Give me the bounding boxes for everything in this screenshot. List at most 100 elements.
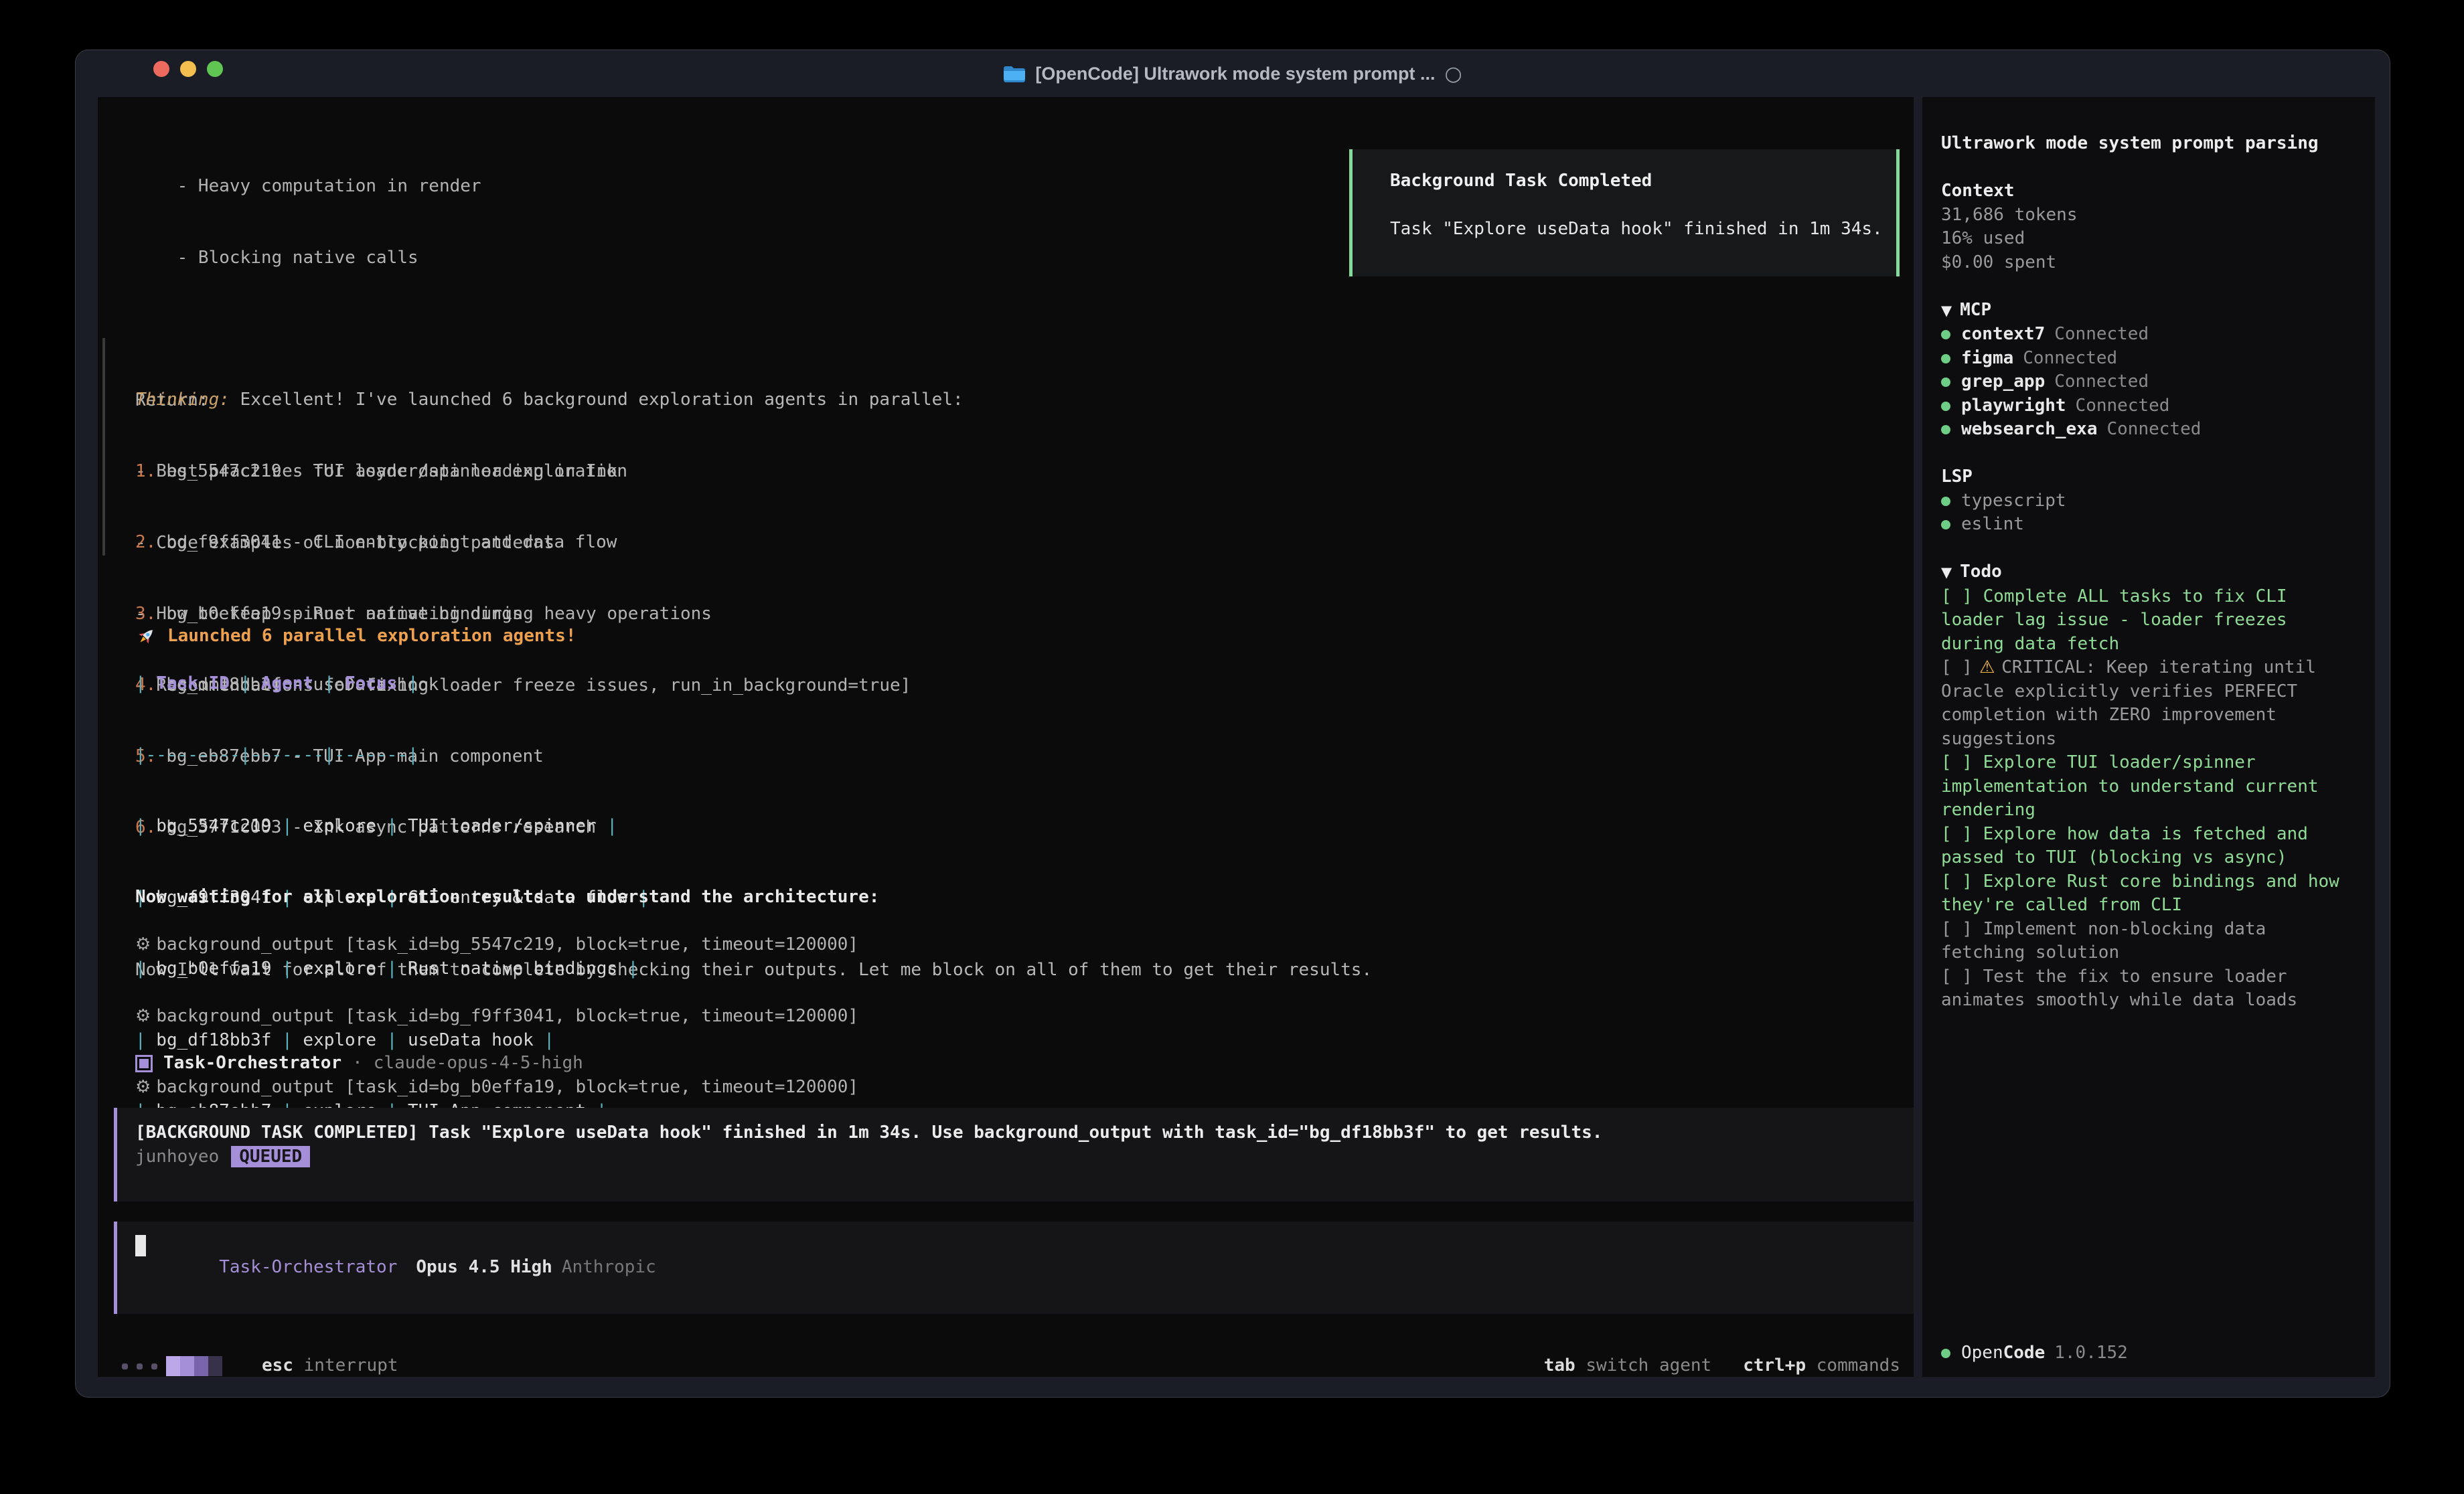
esc-hint: esc interrupt bbox=[262, 1354, 398, 1378]
list-number: 2. bbox=[135, 532, 156, 552]
window-title: [OpenCode] Ultrawork mode system prompt … bbox=[76, 50, 2390, 97]
table-pipe: | bbox=[282, 816, 293, 836]
todo-item: [ ] Implement non-blocking data fetching… bbox=[1941, 918, 2341, 965]
table-pipe: | bbox=[607, 816, 617, 836]
status-dot-icon bbox=[1941, 402, 1950, 411]
gear-icon: ⚙ bbox=[135, 1077, 151, 1097]
working-spinner bbox=[122, 1354, 222, 1378]
mcp-item: grep_appConnected bbox=[1941, 370, 2341, 394]
tab-label: switch agent bbox=[1586, 1355, 1711, 1376]
input-agent-name[interactable]: Task-Orchestrator bbox=[219, 1257, 397, 1277]
background-task-message: [BACKGROUND TASK COMPLETED] Task "Explor… bbox=[114, 1108, 1914, 1201]
table-pipe: | bbox=[135, 673, 146, 693]
tool-call-text: background_output [task_id=bg_f9ff3041, … bbox=[156, 1006, 858, 1026]
terminal-line bbox=[135, 317, 911, 341]
tool-call-text: background_output [task_id=bg_5547c219, … bbox=[156, 934, 858, 954]
mcp-header[interactable]: ▼MCP bbox=[1941, 299, 2341, 323]
thinking-label: Thinking: bbox=[135, 390, 230, 410]
username: junhoyeo bbox=[135, 1147, 219, 1167]
table-header-cell: Task ID bbox=[146, 673, 240, 693]
mcp-item: websearch_exaConnected bbox=[1941, 418, 2341, 442]
terminal-window: [OpenCode] Ultrawork mode system prompt … bbox=[75, 50, 2390, 1398]
todo-item: [ ] Complete ALL tasks to fix CLI loader… bbox=[1941, 585, 2341, 657]
folder-icon bbox=[1003, 65, 1026, 83]
table-cell: TUI loader/spinner bbox=[397, 816, 607, 836]
gear-icon: ⚙ bbox=[135, 1006, 151, 1026]
table-header-row: |Task ID|Agent|Focus| bbox=[135, 672, 649, 696]
task-completed-text: [BACKGROUND TASK COMPLETED] Task "Explor… bbox=[135, 1121, 1914, 1145]
status-dot-icon bbox=[1941, 378, 1950, 387]
app-version-footer: OpenCode1.0.152 bbox=[1941, 1341, 2128, 1365]
tab-key: tab bbox=[1544, 1355, 1575, 1376]
lsp-item: typescript bbox=[1941, 489, 2341, 513]
keyboard-hints: tab switch agent ctrl+p commands bbox=[1544, 1354, 1900, 1378]
list-item: 2.bg_f9ff3041 - CLI entry point and data… bbox=[135, 531, 1372, 555]
todo-item: [ ] Explore how data is fetched and pass… bbox=[1941, 823, 2341, 870]
table-cell: explore bbox=[293, 816, 387, 836]
thinking-intro-line: Thinking: Excellent! I've launched 6 bac… bbox=[135, 388, 1372, 412]
title-spinner-icon: ○ bbox=[1444, 62, 1462, 86]
tool-call-line: ⚙background_output [task_id=bg_f9ff3041,… bbox=[135, 1005, 858, 1029]
model-name: claude-opus-4-5-high bbox=[374, 1052, 583, 1076]
context-tokens: 31,686 tokens bbox=[1941, 203, 2341, 228]
table-pipe: | bbox=[135, 816, 146, 836]
mcp-item: figmaConnected bbox=[1941, 347, 2341, 371]
context-header: Context bbox=[1941, 179, 2341, 203]
status-dot-icon bbox=[1941, 497, 1950, 506]
terminal-line: - Heavy computation in render bbox=[135, 175, 911, 199]
titlebar: [OpenCode] Ultrawork mode system prompt … bbox=[76, 50, 2390, 97]
status-sidebar: Ultrawork mode system prompt parsing Con… bbox=[1922, 97, 2375, 1377]
status-badge: QUEUED bbox=[231, 1146, 310, 1167]
table-cell: bg_5547c219 bbox=[146, 816, 282, 836]
todo-header[interactable]: ▼Todo bbox=[1941, 560, 2341, 585]
thinking-indicator-bar bbox=[102, 338, 105, 556]
table-pipe: | bbox=[240, 673, 251, 693]
status-dot-icon bbox=[1941, 354, 1950, 363]
input-model-name[interactable]: Opus 4.5 High bbox=[416, 1257, 552, 1277]
lsp-header: LSP bbox=[1941, 465, 2341, 489]
chevron-down-icon: ▼ bbox=[1941, 564, 1952, 580]
chevron-down-icon: ▼ bbox=[1941, 303, 1952, 319]
input-provider-name: Anthropic bbox=[562, 1257, 656, 1277]
session-title: Ultrawork mode system prompt parsing bbox=[1941, 132, 2341, 156]
prompt-input[interactable]: Task-Orchestrator Opus 4.5 High Anthropic bbox=[114, 1222, 1914, 1314]
table-row: |bg_5547c219|explore|TUI loader/spinner| bbox=[135, 815, 649, 839]
list-text: bg_5547c219 - TUI loader/spinner explora… bbox=[166, 461, 627, 481]
terminal-main: - Heavy computation in render - Blocking… bbox=[98, 97, 1914, 1377]
todo-item: [ ] Test the fix to ensure loader animat… bbox=[1941, 965, 2341, 1013]
table-pipe: | bbox=[387, 816, 398, 836]
ctrlp-label: commands bbox=[1817, 1355, 1900, 1376]
gear-icon: ⚙ bbox=[135, 934, 151, 954]
mcp-item: context7Connected bbox=[1941, 323, 2341, 347]
tool-call-text: background_output [task_id=bg_b0effa19, … bbox=[156, 1077, 858, 1097]
message-header: Task-Orchestrator · claude-opus-4-5-high bbox=[135, 1052, 583, 1076]
table-pipe: | bbox=[408, 673, 418, 693]
table-pipe: | bbox=[324, 673, 335, 693]
todo-item: [ ]⚠CRITICAL: Keep iterating until Oracl… bbox=[1941, 656, 2341, 751]
terminal-line: - Blocking native calls bbox=[135, 246, 911, 270]
table-header-cell: Focus bbox=[334, 673, 408, 693]
agent-name: Task-Orchestrator bbox=[163, 1052, 341, 1076]
lsp-item: eslint bbox=[1941, 513, 2341, 537]
list-item: 1.bg_5547c219 - TUI loader/spinner explo… bbox=[135, 460, 1372, 484]
status-dot-icon bbox=[1941, 330, 1950, 339]
notification-toast[interactable]: Background Task Completed Task "Explore … bbox=[1349, 149, 1900, 276]
app-name: Open bbox=[1961, 1343, 2003, 1363]
separator-dot: · bbox=[352, 1052, 363, 1076]
todo-item: [ ] Explore Rust core bindings and how t… bbox=[1941, 870, 2341, 918]
status-dot-icon bbox=[1941, 425, 1950, 434]
app-name-bold: Code bbox=[2003, 1343, 2046, 1363]
todo-item: [ ] Explore TUI loader/spinner implement… bbox=[1941, 751, 2341, 823]
mcp-item: playwrightConnected bbox=[1941, 394, 2341, 418]
esc-key: esc bbox=[262, 1355, 293, 1376]
notification-title: Background Task Completed bbox=[1390, 169, 1896, 193]
status-dot-icon bbox=[1941, 1349, 1950, 1358]
input-agent-line: Task-Orchestrator Opus 4.5 High Anthropic bbox=[135, 1232, 656, 1304]
window-title-text: [OpenCode] Ultrawork mode system prompt … bbox=[1035, 64, 1435, 84]
table-separator-row: |---------|-------|-------| bbox=[135, 744, 649, 768]
warning-icon: ⚠ bbox=[1979, 657, 1995, 677]
task-meta-line: junhoyeo QUEUED bbox=[135, 1145, 1914, 1169]
context-used: 16% used bbox=[1941, 227, 2341, 251]
table-header-cell: Agent bbox=[250, 673, 324, 693]
notification-body: Task "Explore useData hook" finished in … bbox=[1390, 218, 1896, 242]
